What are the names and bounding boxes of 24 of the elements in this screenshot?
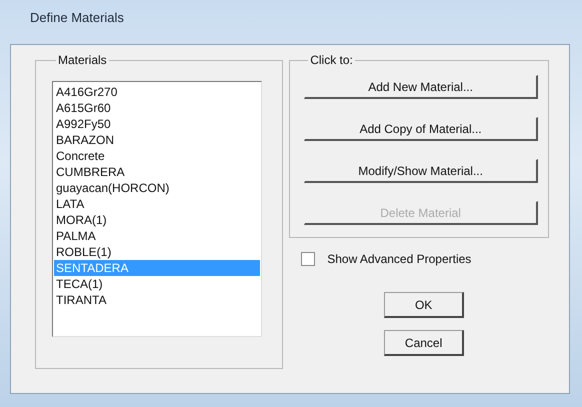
list-item[interactable]: A615Gr60 <box>54 100 260 116</box>
list-item[interactable]: LATA <box>54 196 260 212</box>
dialog-button[interactable]: OK <box>384 292 464 318</box>
window-title: Define Materials <box>29 9 125 27</box>
list-item[interactable]: TIRANTA <box>54 292 260 308</box>
action-button[interactable]: Add Copy of Material... <box>304 117 538 141</box>
list-item[interactable]: TECA(1) <box>54 276 260 292</box>
list-item[interactable]: BARAZON <box>54 132 260 148</box>
list-item[interactable]: A416Gr270 <box>54 84 260 100</box>
group-label: Materials <box>57 53 108 67</box>
list-item[interactable]: MORA(1) <box>54 212 260 228</box>
list-item[interactable]: guayacan(HORCON) <box>54 180 260 196</box>
dialog-button[interactable]: Cancel <box>384 330 464 356</box>
group-label: Click to: <box>309 53 354 67</box>
list-item[interactable]: A992Fy50 <box>54 116 260 132</box>
action-button[interactable]: Add New Material... <box>304 75 538 99</box>
action-button[interactable]: Modify/Show Material... <box>304 159 538 183</box>
list-item[interactable]: PALMA <box>54 228 260 244</box>
list-item[interactable]: ROBLE(1) <box>54 244 260 260</box>
checkbox[interactable] <box>301 252 316 266</box>
materials-list[interactable]: A416Gr270 A615Gr60 A992Fy50 BARAZON Concrete CUMBRERA guayacan(HORCON) LATA MORA(1) PALMA ROBLE(1) SENTADERA TECA(1) TIRANTA <box>52 81 262 337</box>
list-item[interactable]: CUMBRERA <box>54 164 260 180</box>
list-item[interactable]: Concrete <box>54 148 260 164</box>
checkbox-label[interactable]: Show Advanced Properties <box>327 252 472 266</box>
